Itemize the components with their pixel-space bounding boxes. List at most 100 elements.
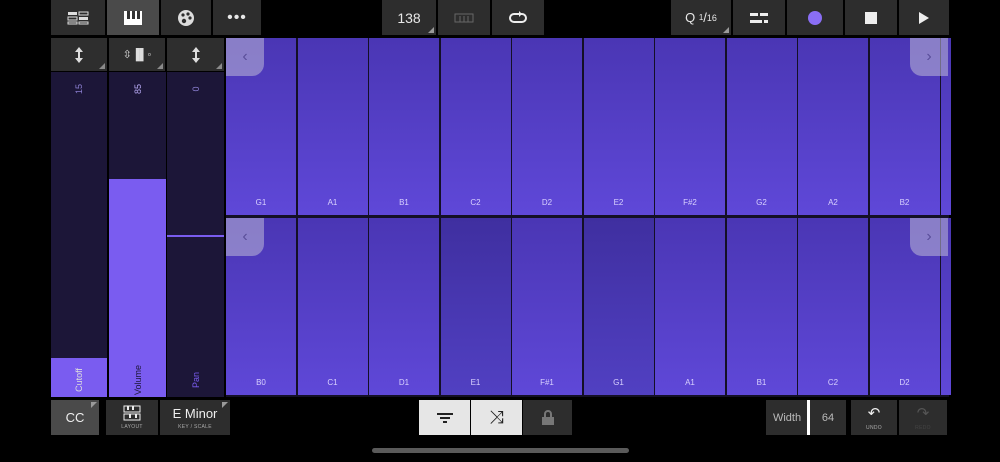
note-pad[interactable]: B1: [369, 38, 439, 215]
redo-button[interactable]: ↷ REDO: [899, 400, 947, 435]
note-pad[interactable]: A1: [655, 218, 725, 395]
cc-value: 15: [74, 83, 84, 95]
more-button[interactable]: •••: [213, 0, 261, 35]
home-indicator: [372, 448, 629, 453]
note-pad[interactable]: E2: [583, 38, 654, 215]
note-pad[interactable]: E1: [440, 218, 511, 395]
keyboard-view-button[interactable]: [107, 0, 159, 35]
note-pad-label: A1: [685, 378, 695, 387]
note-pad-label: E1: [470, 378, 481, 387]
mixer-view-button[interactable]: [161, 0, 211, 35]
note-pad-label: C1: [327, 378, 338, 387]
note-pad-label: F#1: [540, 378, 554, 387]
note-pad-label: G1: [255, 198, 267, 207]
octave-next-button[interactable]: ›: [910, 218, 948, 256]
filter-button[interactable]: [419, 400, 470, 435]
quantize-button[interactable]: Q 1/16: [671, 0, 731, 35]
note-pad[interactable]: G2: [726, 38, 797, 215]
undo-label: UNDO: [866, 425, 882, 431]
chevron-right-icon: ›: [926, 48, 932, 65]
loop-button[interactable]: [492, 0, 544, 35]
arrange-button[interactable]: [733, 0, 785, 35]
note-pad[interactable]: C2: [440, 38, 511, 215]
redo-icon: ↷: [916, 405, 930, 422]
width-label: Width: [772, 411, 802, 424]
tempo-button[interactable]: 138: [382, 0, 436, 35]
lock-icon: [541, 409, 554, 425]
note-pad-label: B1: [756, 378, 767, 387]
width-value: 64: [821, 411, 835, 424]
note-pad-label: D2: [541, 198, 553, 207]
note-pad[interactable]: B1: [726, 218, 797, 395]
cc-assign-volume[interactable]: ⇳▐▌◦: [109, 38, 165, 71]
key-scale-label: KEY / SCALE: [178, 423, 212, 430]
octave-next-button[interactable]: ›: [910, 38, 948, 76]
cc-slider-pan[interactable]: 0 Pan: [167, 72, 224, 397]
chevron-right-icon: ›: [926, 228, 932, 245]
undo-button[interactable]: ↶ UNDO: [851, 400, 897, 435]
note-pad[interactable]: D1: [369, 218, 439, 395]
cc-slider-volume[interactable]: 85 Volume: [109, 72, 166, 397]
octave-prev-button[interactable]: ‹: [226, 218, 264, 256]
width-value-box[interactable]: 64: [810, 400, 846, 435]
note-pad[interactable]: C2: [798, 218, 868, 395]
cc-assign-cutoff[interactable]: [51, 38, 107, 71]
volume-assign-icon: ⇳▐▌◦: [122, 49, 152, 61]
metronome-button[interactable]: [438, 0, 490, 35]
note-pad-label: D2: [899, 378, 910, 387]
note-pad-label: G2: [756, 198, 767, 207]
swap-arrows-icon: [75, 46, 83, 63]
key-value: E Minor: [172, 405, 218, 421]
quantize-numerator: 1: [698, 13, 704, 22]
record-button[interactable]: [787, 0, 843, 35]
quantize-denominator: 16: [706, 12, 717, 23]
note-pad[interactable]: C1: [297, 218, 368, 395]
layout-label: LAYOUT: [121, 424, 143, 430]
shuffle-button[interactable]: ⤨: [471, 400, 522, 435]
top-toolbar: ••• 138 Q 1/16: [51, 0, 949, 37]
tempo-value: 138: [397, 9, 421, 26]
keyboard-layout-icon: [123, 405, 141, 421]
play-button[interactable]: [899, 0, 949, 35]
note-pad[interactable]: A2: [798, 38, 868, 215]
swap-arrows-icon: [191, 46, 200, 63]
more-icon: •••: [227, 8, 247, 26]
note-pad[interactable]: A1: [297, 38, 368, 215]
note-pad-label: A2: [828, 198, 838, 207]
note-pad[interactable]: D2: [512, 38, 582, 215]
chevron-left-icon: ‹: [242, 228, 248, 245]
lock-button[interactable]: [523, 400, 572, 435]
cc-value: 0: [190, 86, 201, 92]
note-pad-label: C2: [827, 378, 839, 387]
chevron-left-icon: ‹: [242, 48, 248, 65]
cc-toggle-button[interactable]: CC: [51, 400, 99, 435]
note-pad[interactable]: F#1: [512, 218, 582, 395]
note-pad-label: B1: [399, 198, 409, 207]
cc-name: Volume: [132, 364, 143, 396]
cc-assign-pan[interactable]: [167, 38, 224, 71]
layout-button[interactable]: LAYOUT: [106, 400, 158, 435]
undo-icon: ↶: [867, 405, 881, 422]
note-pad-label: B0: [256, 378, 266, 387]
octave-prev-button[interactable]: ‹: [226, 38, 264, 76]
note-pad-grid: G1 A1 B1 C2 D2 E2 F#2 G2 A2 B2 ‹ › B0 C1 D1 E1 F#1 G1 A1 B1…: [226, 38, 951, 397]
cc-slider-cutoff[interactable]: 15 Cutoff: [51, 72, 107, 397]
clips-icon: [67, 11, 89, 24]
filter-icon: [436, 412, 453, 423]
cc-toggle-label: CC: [65, 410, 85, 425]
note-pad-label: A1: [327, 198, 338, 207]
metronome-icon: [454, 13, 474, 22]
width-label-box: Width: [766, 400, 808, 435]
key-scale-button[interactable]: E Minor KEY / SCALE: [160, 400, 230, 435]
note-pad[interactable]: F#2: [655, 38, 725, 215]
cc-name: Cutoff: [74, 368, 84, 392]
cc-name: Pan: [190, 371, 201, 389]
loop-icon: [509, 10, 527, 23]
arrange-icon: [750, 12, 768, 23]
note-pad-label: D1: [398, 378, 410, 387]
clips-view-button[interactable]: [51, 0, 105, 35]
stop-button[interactable]: [845, 0, 897, 35]
note-pad-label: C2: [470, 198, 481, 207]
note-pad[interactable]: G1: [583, 218, 654, 395]
play-icon: [919, 11, 929, 24]
